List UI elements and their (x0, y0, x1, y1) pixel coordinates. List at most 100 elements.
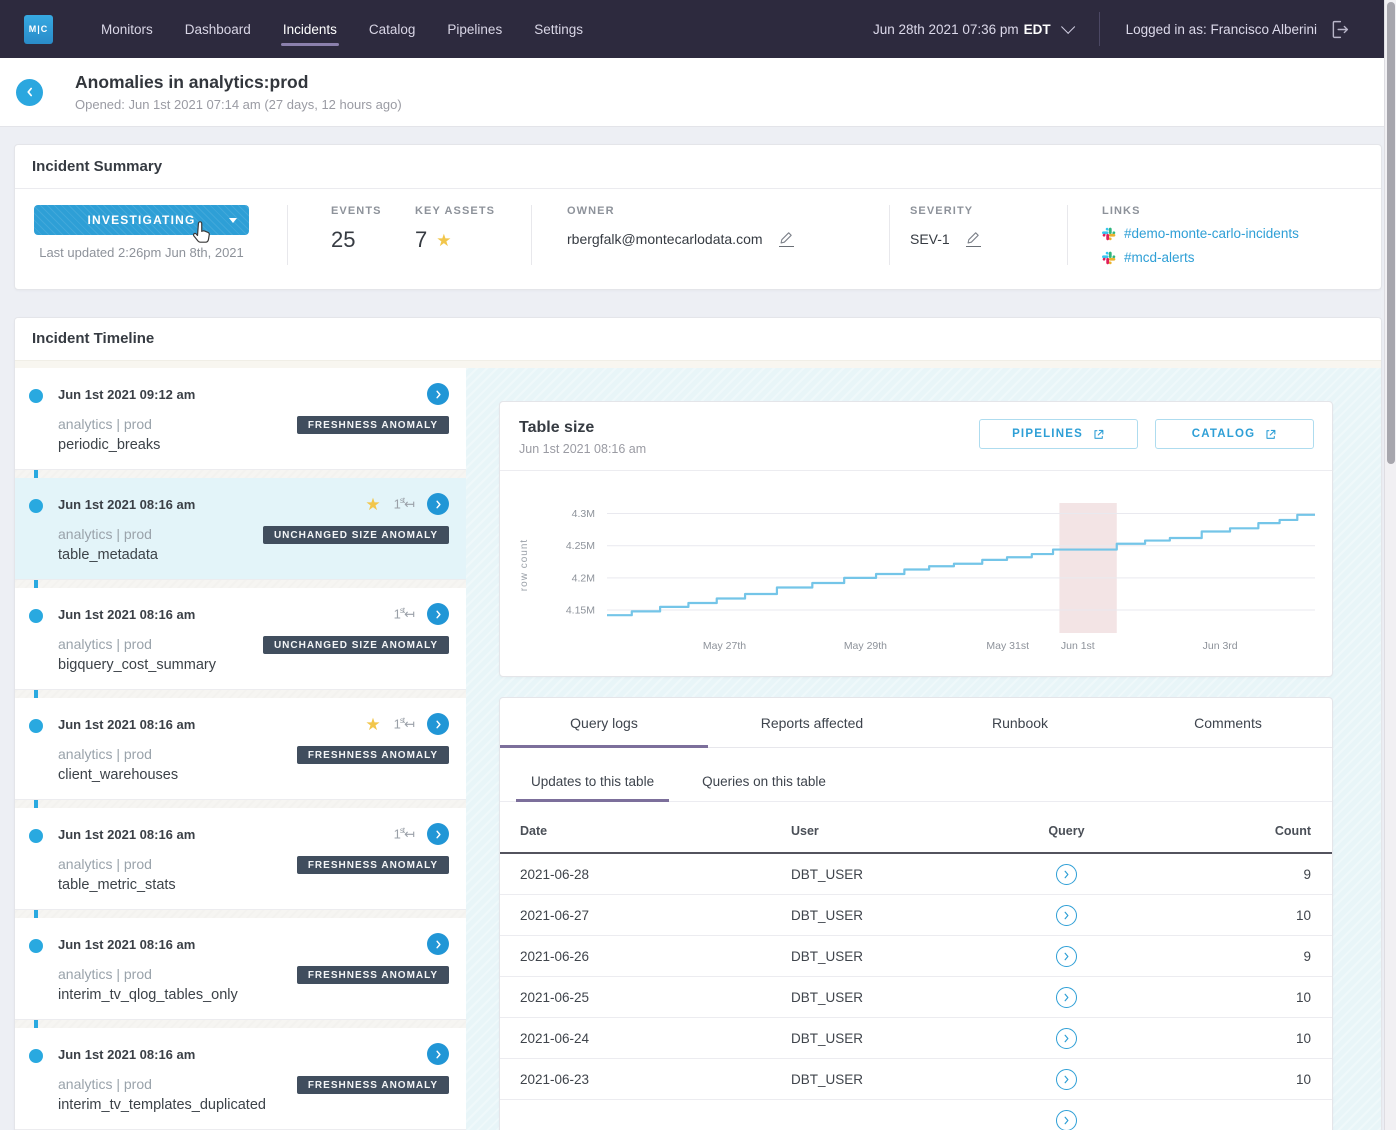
links-label: LINKS (1102, 205, 1381, 217)
svg-text:May 31st: May 31st (986, 640, 1029, 652)
svg-text:May 29th: May 29th (844, 640, 887, 652)
timeline-item-date: Jun 1st 2021 08:16 am (58, 717, 195, 732)
open-event-chevron-button[interactable] (427, 713, 449, 735)
timeline-item-table-metric-stats[interactable]: Jun 1st 2021 08:16 am 1st↤ analytics | pro… (15, 808, 466, 910)
slack-link-demo-monte-carlo-incidents[interactable]: #demo-monte-carlo-incidents (1102, 226, 1381, 241)
page-header: Anomalies in analytics:prod Opened: Jun … (0, 58, 1396, 127)
timeline-item-periodic-breaks[interactable]: Jun 1st 2021 09:12 amanalytics | prodper… (15, 368, 466, 470)
cell-user: DBT_USER (771, 1031, 911, 1046)
logout-icon[interactable] (1329, 19, 1350, 40)
incident-summary-title: Incident Summary (32, 158, 162, 175)
view-query-button[interactable] (1056, 1028, 1077, 1049)
first-occurrence-icon: 1st↤ (394, 827, 414, 840)
timeline-dot (29, 609, 43, 623)
open-event-chevron-button[interactable] (427, 603, 449, 625)
view-query-button[interactable] (1056, 905, 1077, 926)
tab-reports-affected[interactable]: Reports affected (708, 698, 916, 747)
table-row: 2021-06-23DBT_USER10 (500, 1059, 1332, 1100)
nav-item-catalog[interactable]: Catalog (353, 0, 432, 58)
subtab-queries-on-this-table[interactable]: Queries on this table (687, 764, 841, 801)
timeline-item-interim-tv-qlog-tables-only[interactable]: Jun 1st 2021 08:16 amanalytics | prodint… (15, 918, 466, 1020)
view-query-button[interactable] (1056, 987, 1077, 1008)
severity-label: SEVERITY (910, 205, 1067, 217)
timeline-item-table-metadata[interactable]: Jun 1st 2021 08:16 am★1st↤analytics | pr… (15, 478, 466, 580)
timeline-dot (29, 719, 43, 733)
open-event-chevron-button[interactable] (427, 823, 449, 845)
incident-timeline-card: Incident Timeline Jun 1st 2021 09:12 ama… (14, 317, 1382, 1130)
timeline-dot (29, 939, 43, 953)
svg-text:4.2M: 4.2M (572, 572, 595, 584)
open-event-chevron-button[interactable] (427, 493, 449, 515)
catalog-button[interactable]: CATALOG (1155, 419, 1314, 449)
datetime-dropdown[interactable]: Jun 28th 2021 07:36 pm EDT (873, 22, 1071, 37)
caret-down-icon (229, 218, 237, 223)
timeline-dot (29, 389, 43, 403)
nav-item-monitors[interactable]: Monitors (85, 0, 169, 58)
status-dropdown-button[interactable]: INVESTIGATING (34, 205, 249, 235)
timeline-item-date: Jun 1st 2021 08:16 am (58, 827, 195, 842)
severity-value: SEV-1 (910, 231, 950, 247)
timeline-item-table: interim_tv_templates_duplicated (58, 1097, 266, 1113)
nav-item-pipelines[interactable]: Pipelines (431, 0, 518, 58)
timeline-dot (29, 499, 43, 513)
anomaly-type-badge: UNCHANGED SIZE ANOMALY (263, 636, 449, 654)
status-last-updated: Last updated 2:26pm Jun 8th, 2021 (34, 245, 249, 260)
timeline-item-table: bigquery_cost_summary (58, 657, 216, 673)
monte-carlo-logo[interactable]: M|C (24, 15, 53, 44)
page-title: Anomalies in analytics:prod (75, 72, 402, 93)
cell-user: DBT_USER (771, 867, 911, 882)
nav-item-settings[interactable]: Settings (518, 0, 599, 58)
open-event-chevron-button[interactable] (427, 383, 449, 405)
timeline-item-bigquery-cost-summary[interactable]: Jun 1st 2021 08:16 am1st↤analytics | pro… (15, 588, 466, 690)
page-subtitle: Opened: Jun 1st 2021 07:14 am (27 days, … (75, 97, 402, 112)
chevron-down-icon (1061, 20, 1075, 34)
table-row: 2021-06-24DBT_USER10 (500, 1018, 1332, 1059)
nav-item-incidents[interactable]: Incidents (267, 0, 353, 58)
open-event-chevron-button[interactable] (427, 1043, 449, 1065)
edit-severity-pencil-icon[interactable] (966, 230, 981, 247)
view-query-button[interactable] (1056, 1069, 1077, 1090)
col-header-count: Count (1222, 824, 1332, 838)
scrollbar-thumb[interactable] (1387, 2, 1395, 464)
timeline-item-date: Jun 1st 2021 08:16 am (58, 607, 195, 622)
tab-bar: Query logsReports affectedRunbookComment… (500, 698, 1332, 748)
cell-date: 2021-06-28 (500, 867, 771, 882)
table-size-subtitle: Jun 1st 2021 08:16 am (519, 442, 646, 456)
star-icon: ★ (436, 232, 451, 249)
slack-icon (1102, 227, 1116, 241)
cell-date: 2021-06-25 (500, 990, 771, 1005)
timeline-item-interim-tv-templates-duplicated[interactable]: Jun 1st 2021 08:16 amanalytics | prodint… (15, 1028, 466, 1130)
open-event-chevron-button[interactable] (427, 933, 449, 955)
cell-count: 10 (1222, 908, 1332, 923)
tab-query-logs[interactable]: Query logs (500, 698, 708, 747)
timeline-item-schema: analytics | prod (58, 856, 176, 872)
timeline-item-table: client_warehouses (58, 767, 178, 783)
slack-link-mcd-alerts[interactable]: #mcd-alerts (1102, 250, 1381, 265)
y-axis-label: row count (519, 539, 530, 591)
timeline-dot (29, 1049, 43, 1063)
key-assets-label: KEY ASSETS (415, 205, 531, 217)
nav-items: MonitorsDashboardIncidentsCatalogPipelin… (85, 0, 599, 58)
tab-runbook[interactable]: Runbook (916, 698, 1124, 747)
query-table-header: Date User Query Count (500, 810, 1332, 854)
table-size-chart: 4.15M4.2M4.25M4.3MMay 27thMay 29thMay 31… (500, 471, 1332, 676)
back-button[interactable] (16, 79, 43, 106)
key-assets-value: 7 (415, 227, 427, 253)
view-query-button[interactable] (1056, 864, 1077, 885)
table-row: 2021-06-26DBT_USER9 (500, 936, 1332, 977)
page-scrollbar (1384, 0, 1396, 1130)
pipelines-button[interactable]: PIPELINES (979, 419, 1138, 449)
external-link-icon (1092, 428, 1105, 441)
chart-svg: 4.15M4.2M4.25M4.3MMay 27thMay 29thMay 31… (500, 471, 1332, 669)
nav-item-dashboard[interactable]: Dashboard (169, 0, 267, 58)
timeline-item-schema: analytics | prod (58, 1076, 266, 1092)
view-query-button[interactable] (1056, 946, 1077, 967)
timeline-item-client-warehouses[interactable]: Jun 1st 2021 08:16 am★1st↤analytics | pr… (15, 698, 466, 800)
edit-owner-pencil-icon[interactable] (779, 230, 794, 247)
timeline-item-schema: analytics | prod (58, 746, 178, 762)
subtab-updates-to-this-table[interactable]: Updates to this table (516, 764, 669, 801)
timeline-item-schema: analytics | prod (58, 966, 238, 982)
timeline-detail-panel: Table size Jun 1st 2021 08:16 am PIPELIN… (466, 368, 1382, 1130)
view-query-button[interactable] (1056, 1110, 1077, 1130)
tab-comments[interactable]: Comments (1124, 698, 1332, 747)
